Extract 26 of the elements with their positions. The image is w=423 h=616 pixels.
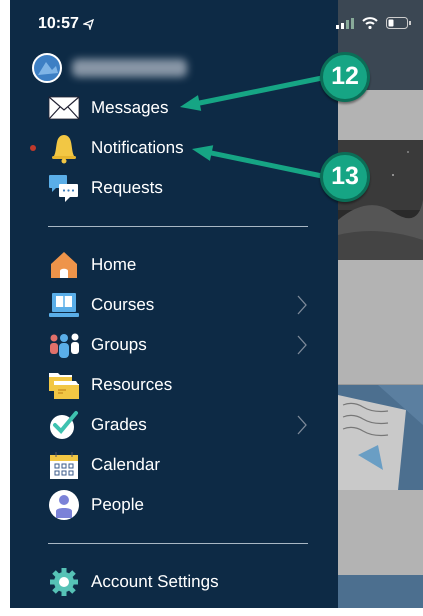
signal-icon (336, 18, 354, 28)
clock-time: 10:57 (38, 14, 79, 34)
battery-icon (386, 17, 411, 29)
menu-item[interactable]: Messages (10, 88, 174, 128)
person-icon (48, 489, 80, 521)
menu-item[interactable]: Requests (10, 168, 169, 208)
calendar-icon (48, 449, 80, 481)
menu-item[interactable]: Calendar (10, 445, 166, 485)
avatar-icon (32, 53, 62, 83)
chevron-right-icon (296, 415, 308, 435)
menu-item[interactable]: Home (10, 245, 142, 285)
menu-item[interactable]: Courses (10, 285, 338, 325)
menu-item[interactable]: Groups (10, 325, 338, 365)
wifi-icon (362, 17, 378, 29)
checkmark-circle-icon (48, 409, 80, 441)
chevron-right-icon (296, 335, 308, 355)
house-icon (48, 249, 80, 281)
menu-item[interactable]: Notifications (10, 128, 190, 168)
menu-item[interactable]: People (10, 485, 150, 525)
menu-item[interactable]: Resources (10, 365, 178, 405)
gear-icon (48, 566, 80, 598)
chat-icon (48, 172, 80, 204)
menu-item[interactable]: Account Settings (10, 562, 225, 602)
chevron-right-icon (296, 295, 308, 315)
unread-dot (30, 145, 36, 151)
menu-item[interactable]: Grades (10, 405, 338, 445)
